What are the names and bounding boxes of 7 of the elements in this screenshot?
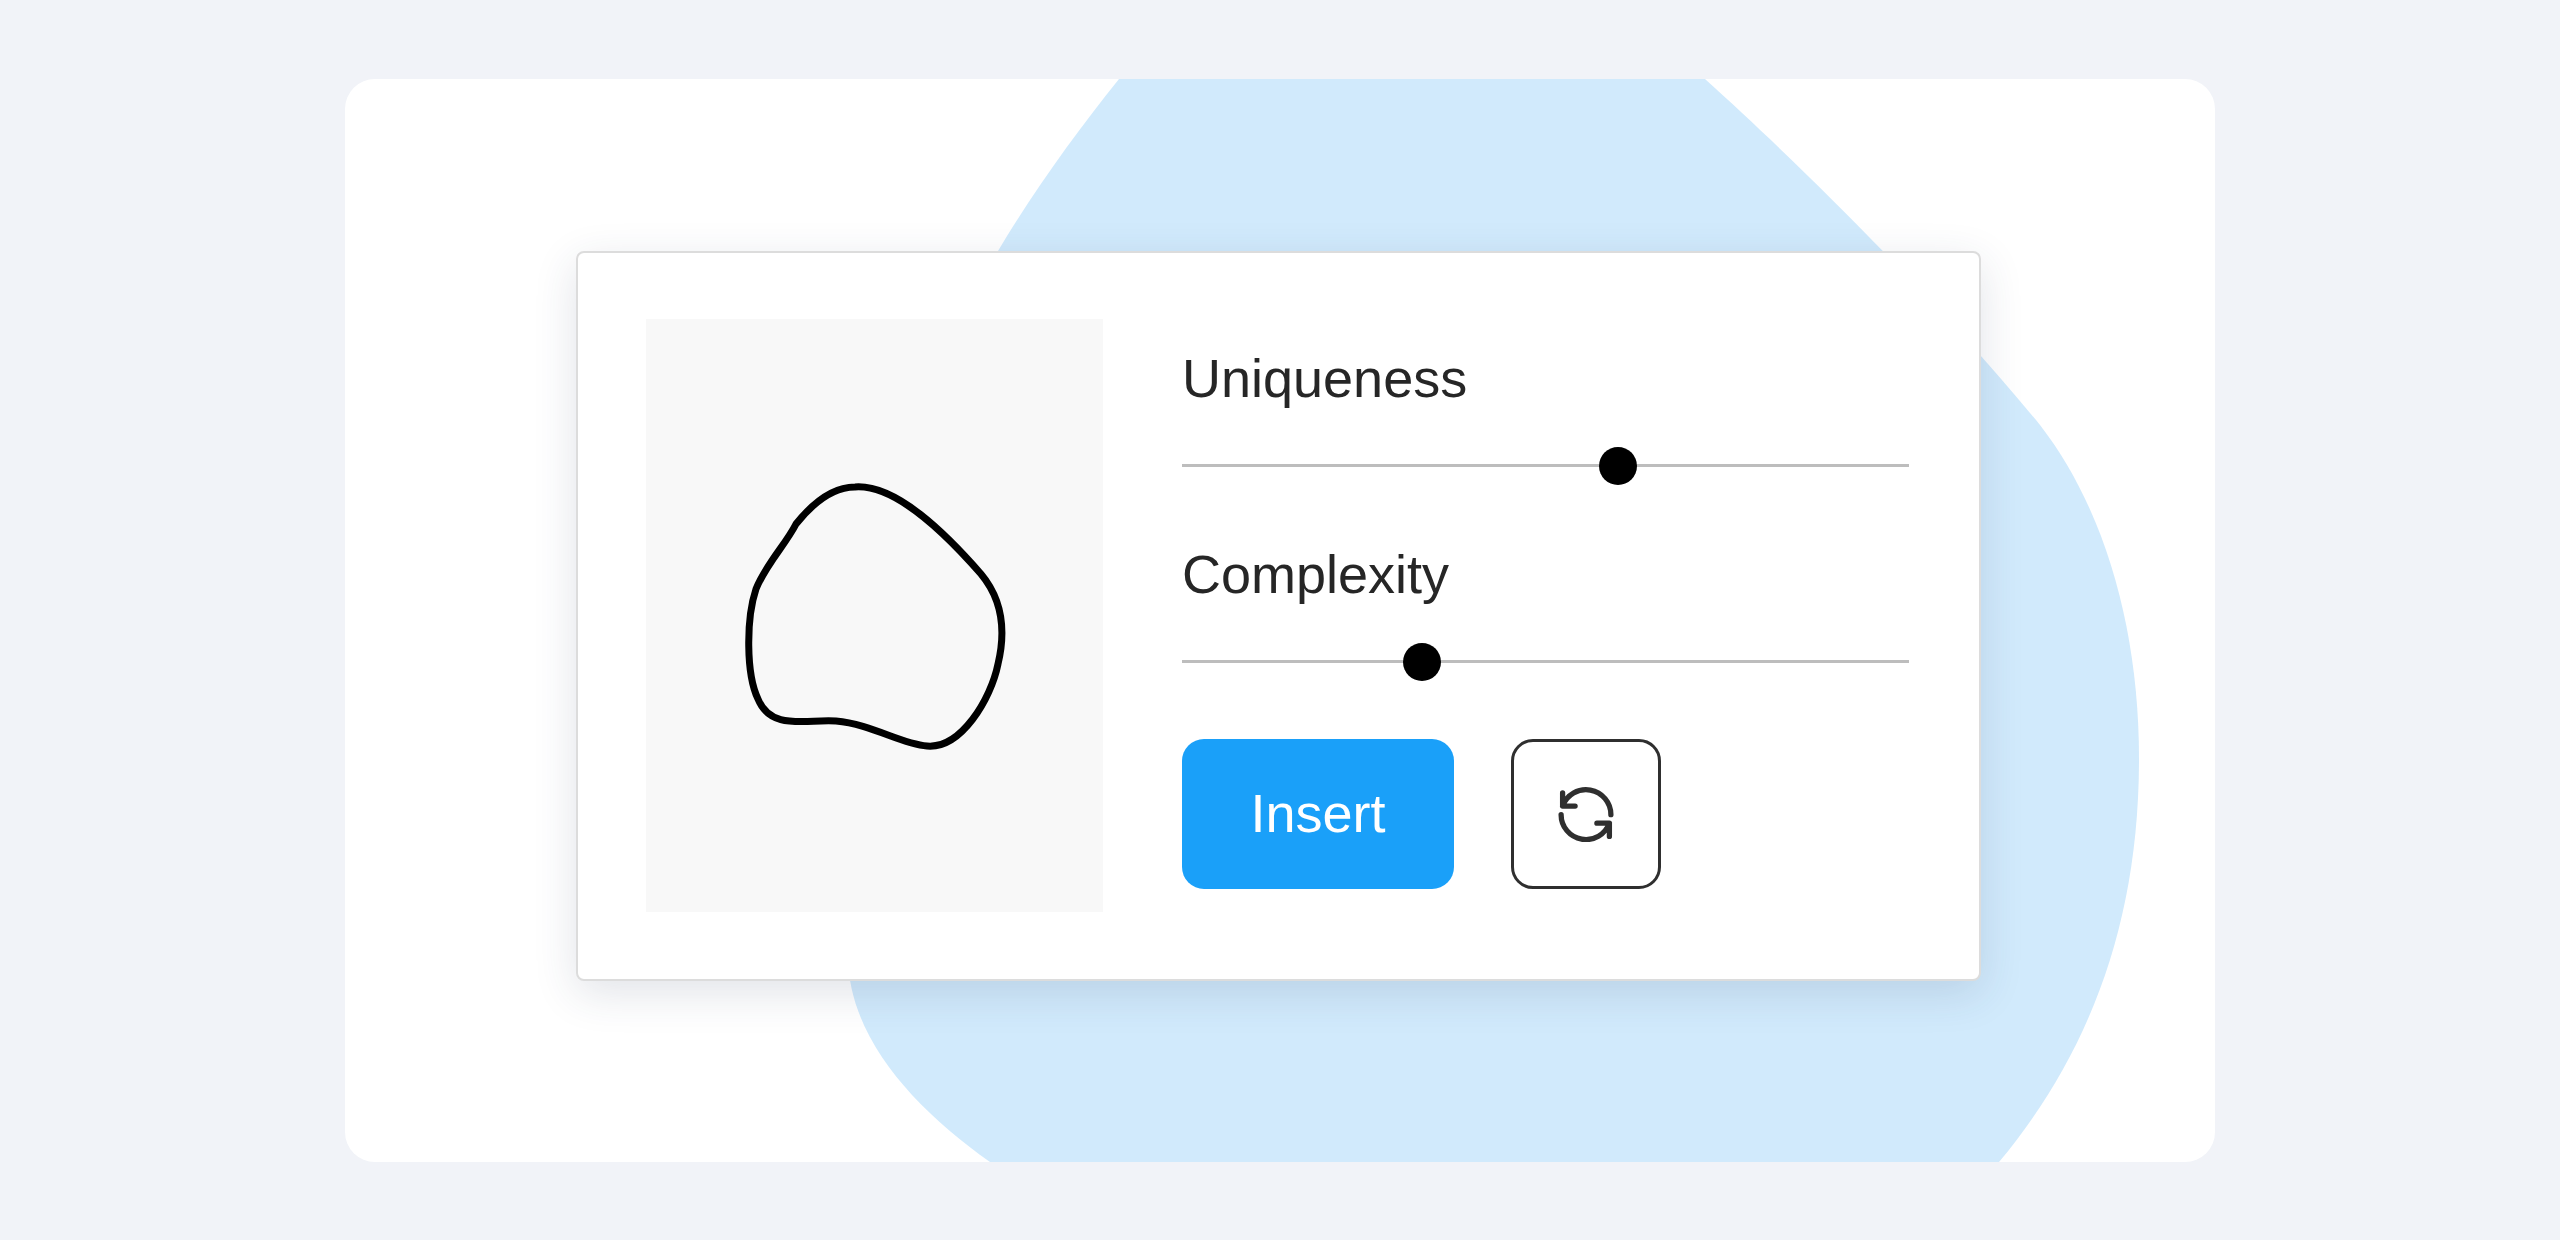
slider-label: Uniqueness bbox=[1182, 346, 1469, 410]
slider-label: Complexity bbox=[1182, 542, 1451, 606]
slider-thumb[interactable] bbox=[1402, 642, 1441, 681]
slider-thumb[interactable] bbox=[1599, 446, 1638, 485]
insert-button[interactable]: Insert bbox=[1182, 738, 1454, 889]
refresh-button[interactable] bbox=[1511, 738, 1661, 889]
refresh-icon bbox=[1558, 785, 1614, 842]
